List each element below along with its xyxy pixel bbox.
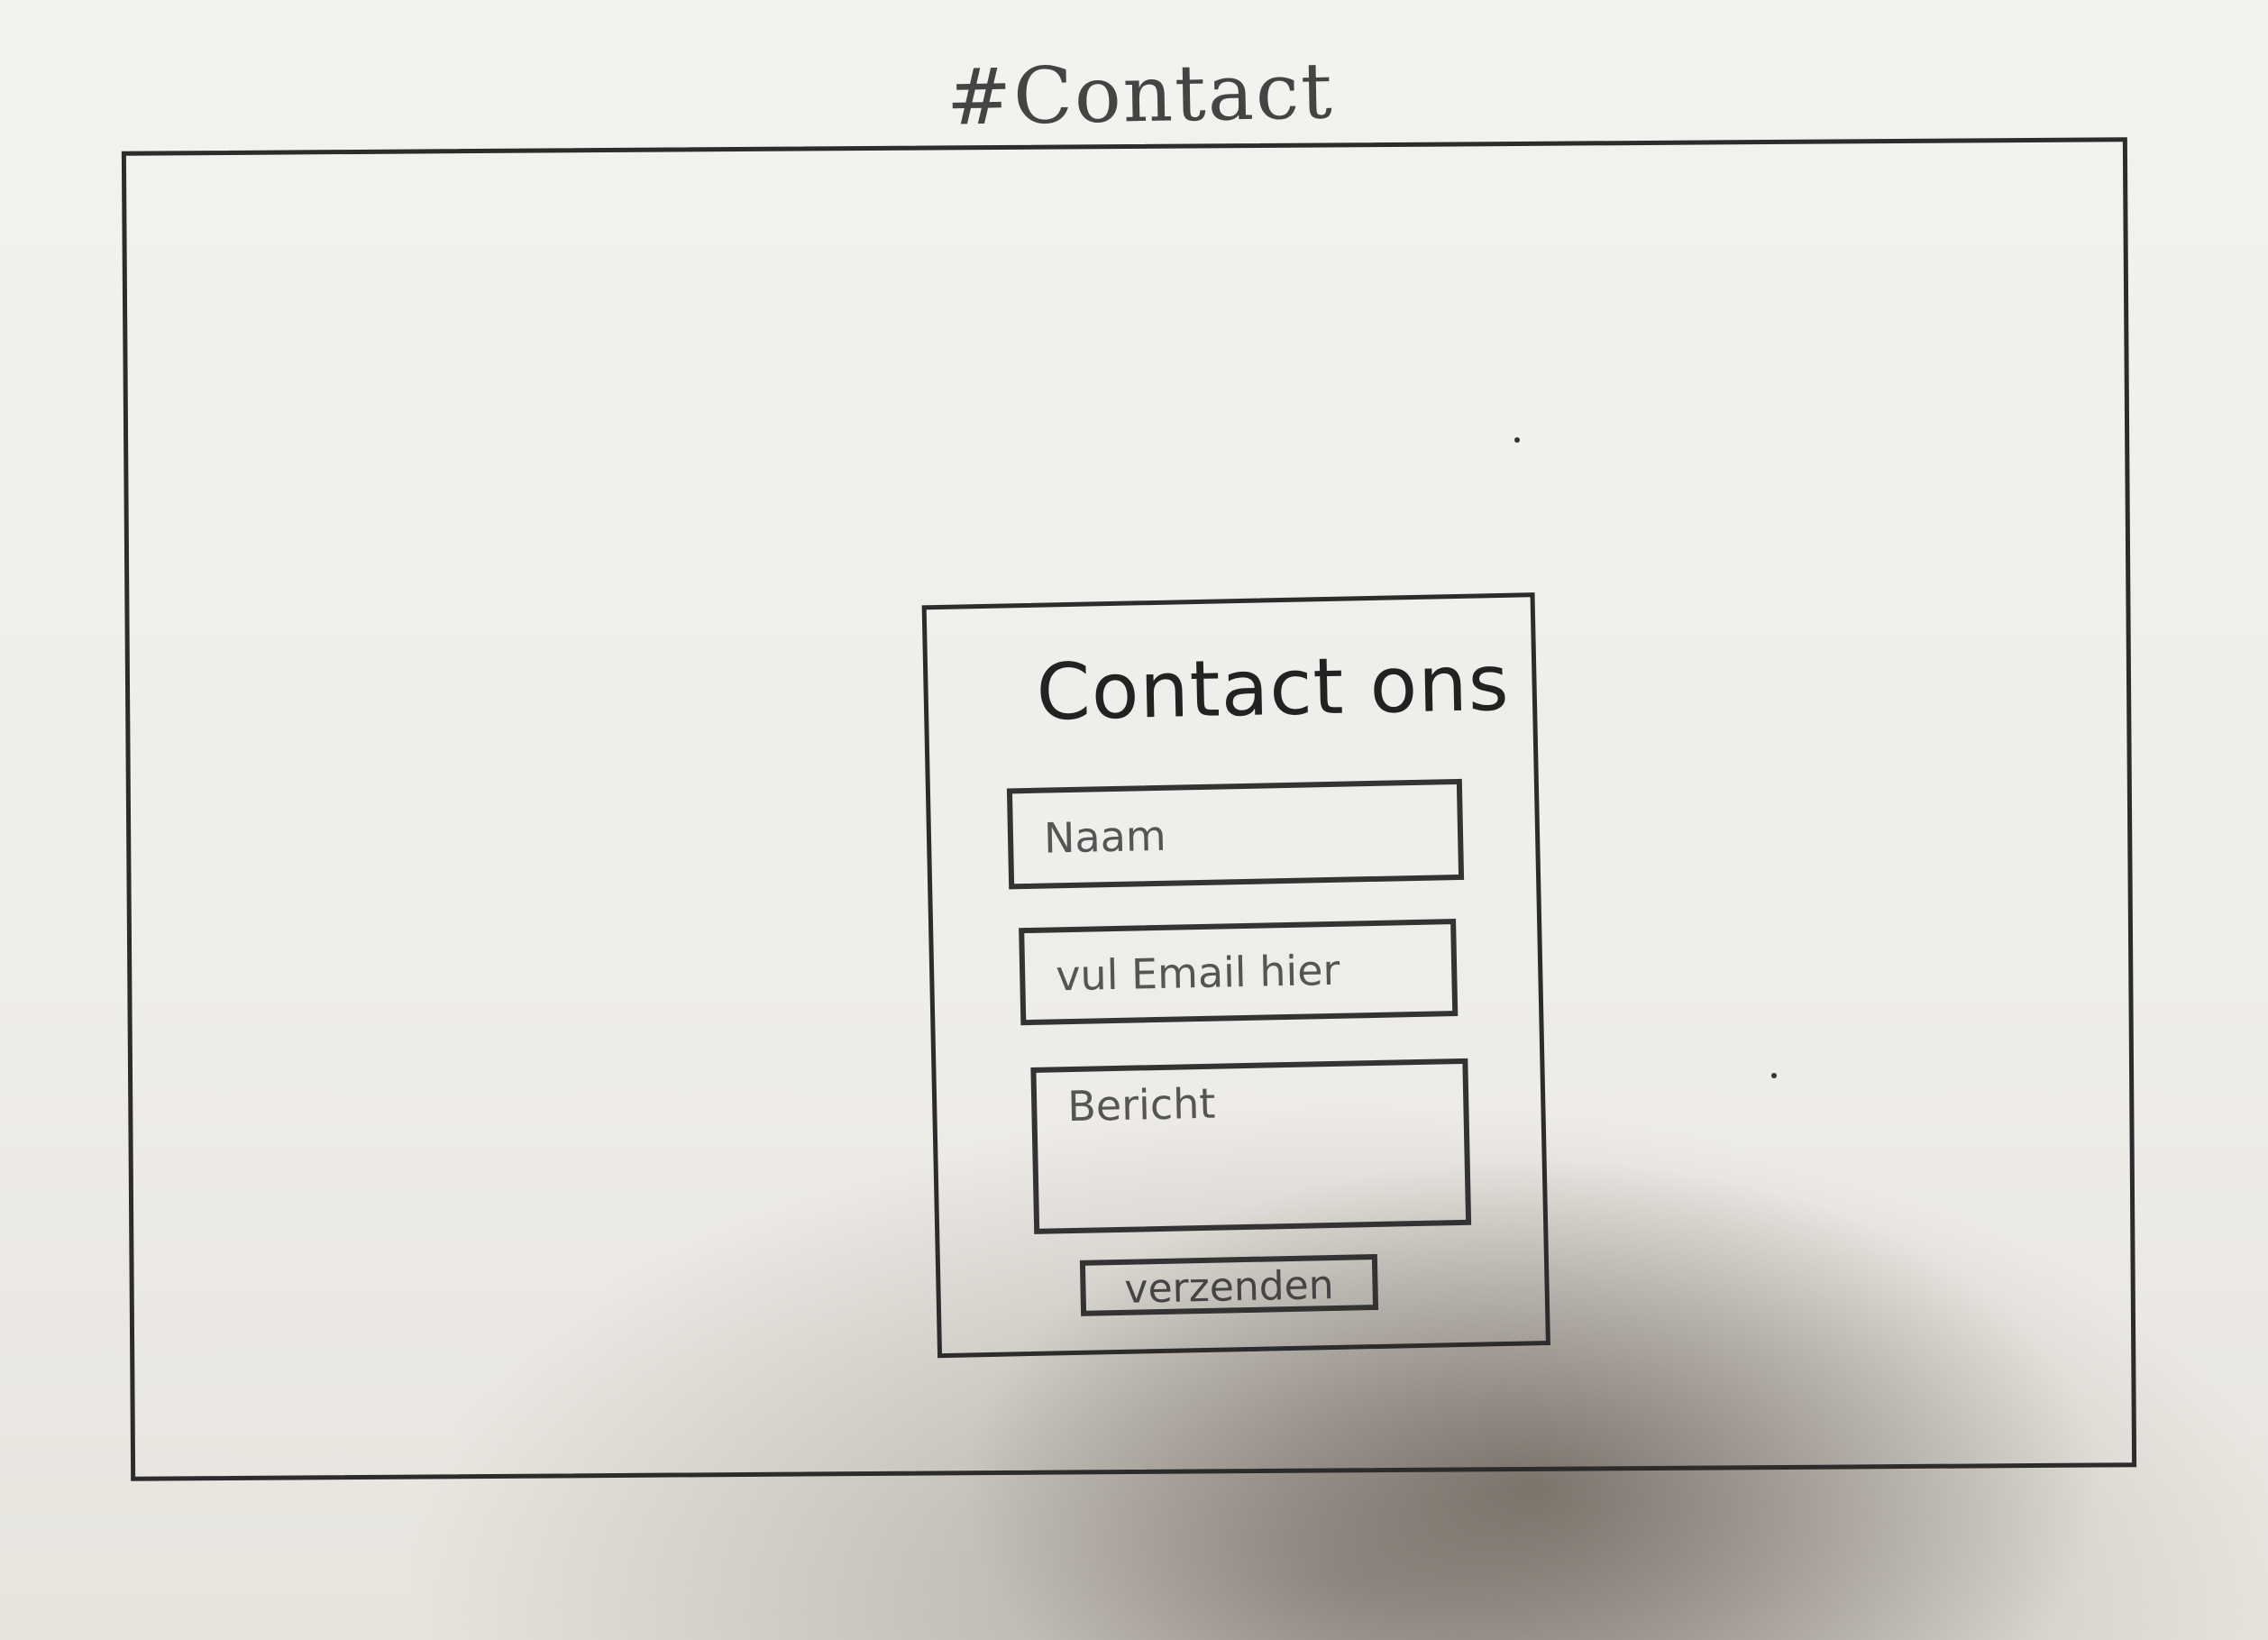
section-heading: #Contact: [946, 46, 1335, 143]
message-textarea[interactable]: Bericht: [1030, 1058, 1472, 1234]
submit-button[interactable]: verzenden: [1079, 1253, 1379, 1316]
pencil-speck: [1771, 1073, 1777, 1078]
contact-form-card: Contact ons Naam vul Email hier Bericht …: [921, 592, 1550, 1359]
name-input[interactable]: Naam: [1006, 778, 1465, 890]
pencil-speck: [1514, 437, 1520, 443]
contact-form-title: Contact ons: [1035, 637, 1511, 738]
email-input[interactable]: vul Email hier: [1019, 919, 1459, 1026]
page-frame: Contact ons Naam vul Email hier Bericht …: [121, 137, 2137, 1481]
